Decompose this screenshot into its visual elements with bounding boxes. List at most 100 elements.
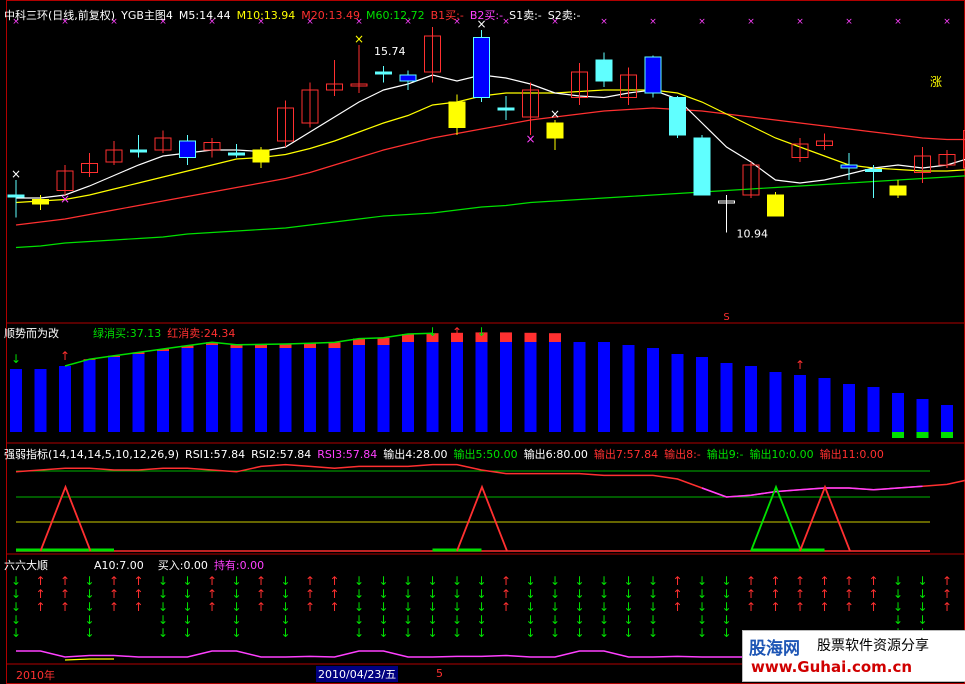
signal-arrow: ↓ bbox=[182, 613, 192, 627]
candle-body bbox=[399, 74, 417, 82]
signal-arrow: ↓ bbox=[623, 587, 633, 601]
trend-bar bbox=[745, 366, 757, 432]
signal-arrow: ↑ bbox=[329, 574, 339, 588]
signal-arrow: ↓ bbox=[721, 613, 731, 627]
low-price-label: 10.94 bbox=[737, 228, 769, 241]
signal-arrow: ↓ bbox=[574, 600, 584, 614]
rsi3-value: RSI3:57.84 bbox=[317, 448, 378, 461]
signal-arrow: ↑ bbox=[305, 587, 315, 601]
trend-bar bbox=[279, 348, 292, 432]
trend-bar bbox=[377, 345, 390, 432]
candle-body bbox=[375, 71, 392, 75]
signal-arrow: ↓ bbox=[452, 587, 462, 601]
trend-bar bbox=[255, 348, 267, 432]
signal-arrow: ↑ bbox=[109, 574, 119, 588]
trend-bar bbox=[157, 351, 169, 432]
signal-arrow: ↓ bbox=[354, 587, 364, 601]
signal-arrow: ↓ bbox=[893, 600, 903, 614]
ma60-line bbox=[15, 175, 965, 249]
trend-bar bbox=[524, 342, 537, 432]
signal-arrow: ↓ bbox=[550, 600, 560, 614]
signal-arrow: ↓ bbox=[378, 613, 388, 627]
signal-arrow: ↓ bbox=[354, 600, 364, 614]
signal-arrow: ↓ bbox=[158, 587, 168, 601]
signal-arrow: ↓ bbox=[84, 600, 94, 614]
candle-body bbox=[473, 37, 490, 98]
red-value: 红消卖:24.34 bbox=[167, 327, 236, 340]
signal-arrow: ↓ bbox=[574, 574, 584, 588]
buy-value: 买入:0.00 bbox=[157, 559, 208, 572]
output4-value: 输出4:28.00 bbox=[383, 448, 448, 461]
signal-arrow: ↓ bbox=[11, 587, 21, 601]
signal-arrow: ↓ bbox=[280, 574, 290, 588]
signal-arrow: ↑ bbox=[770, 587, 780, 601]
signal-arrow: ↓ bbox=[452, 600, 462, 614]
candle-body bbox=[669, 97, 686, 136]
signal-arrow: ↓ bbox=[574, 626, 584, 640]
output11-value: 输出11:0.00 bbox=[819, 448, 884, 461]
candle-body bbox=[448, 101, 466, 128]
signal-arrow: ↓ bbox=[476, 613, 486, 627]
signal-arrow: ↓ bbox=[648, 574, 658, 588]
signal-arrow: ↓ bbox=[182, 600, 192, 614]
signal-arrow: ↓ bbox=[476, 626, 486, 640]
signal-arrow: ↑ bbox=[942, 587, 952, 601]
signal-arrow: ↓ bbox=[11, 626, 21, 640]
trend-bar bbox=[10, 369, 22, 432]
panel2-title: 顺势而为改 bbox=[4, 327, 59, 340]
signal-arrow: ↓ bbox=[158, 600, 168, 614]
signal-arrow: ↓ bbox=[280, 613, 290, 627]
top-marker: × bbox=[649, 17, 657, 27]
ma60-value: M60:12.72 bbox=[365, 9, 425, 22]
signal-arrow: ↓ bbox=[182, 574, 192, 588]
trend-bar bbox=[59, 366, 71, 432]
signal-arrow: ↑ bbox=[329, 587, 339, 601]
signal-arrow: ↑ bbox=[819, 600, 829, 614]
signal-arrow: ↑ bbox=[844, 587, 854, 601]
signal-arrow: ↓ bbox=[697, 626, 707, 640]
signal-x-marker: × bbox=[354, 32, 364, 46]
signal-arrow: ↓ bbox=[648, 587, 658, 601]
trend-bar-green bbox=[892, 432, 904, 438]
signal-arrow: ↓ bbox=[917, 613, 927, 627]
watermark-name: 股海网 bbox=[749, 639, 800, 659]
candle-body bbox=[497, 107, 515, 111]
stock-title: 中科三环(日线,前复权) bbox=[4, 9, 116, 22]
candle-body bbox=[693, 137, 711, 196]
trend-bar-overlay bbox=[549, 333, 561, 342]
signal-arrow: ↓ bbox=[84, 613, 94, 627]
signal-arrow: ↓ bbox=[452, 574, 462, 588]
signal-arrow: ↓ bbox=[721, 574, 731, 588]
signal-arrow: ↑ bbox=[795, 587, 805, 601]
signal-arrow: ↓ bbox=[648, 613, 658, 627]
trend-bar bbox=[304, 348, 316, 432]
trend-bar-overlay bbox=[500, 332, 512, 342]
signal-arrow: ↓ bbox=[525, 587, 535, 601]
trend-bar bbox=[769, 372, 782, 432]
trend-bar bbox=[426, 342, 439, 432]
signal-arrow: ↓ bbox=[550, 626, 560, 640]
trend-bar-green bbox=[941, 432, 953, 438]
trend-bar bbox=[132, 354, 145, 432]
signal-arrow: ↓ bbox=[403, 626, 413, 640]
signal-arrow: ↑ bbox=[868, 600, 878, 614]
signal-arrow: ↓ bbox=[525, 626, 535, 640]
signal-arrow: ↑ bbox=[501, 574, 511, 588]
trend-bar bbox=[696, 357, 708, 432]
signal-arrow: ↓ bbox=[893, 613, 903, 627]
panel2-header: 顺势而为改 绿消买:37.13 红消卖:24.34 bbox=[4, 325, 241, 341]
chart-canvas[interactable]: ×××××××××××××××××××××××××15.7410.94涨S×××… bbox=[0, 0, 965, 684]
signal-arrow: ↓ bbox=[525, 613, 535, 627]
signal-arrow: ↑ bbox=[60, 587, 70, 601]
signal-arrow: ↓ bbox=[648, 626, 658, 640]
signal-arrow: ↑ bbox=[795, 600, 805, 614]
trend-bar bbox=[402, 342, 414, 432]
signal-arrow: ↓ bbox=[452, 613, 462, 627]
signal-arrow: ↑ bbox=[329, 600, 339, 614]
top-marker: × bbox=[796, 17, 804, 27]
signal-arrow: ↓ bbox=[574, 587, 584, 601]
top-marker: × bbox=[747, 17, 755, 27]
signal-arrow: ↑ bbox=[770, 600, 780, 614]
candle-body bbox=[130, 149, 147, 153]
signal-arrow: ↓ bbox=[599, 626, 609, 640]
